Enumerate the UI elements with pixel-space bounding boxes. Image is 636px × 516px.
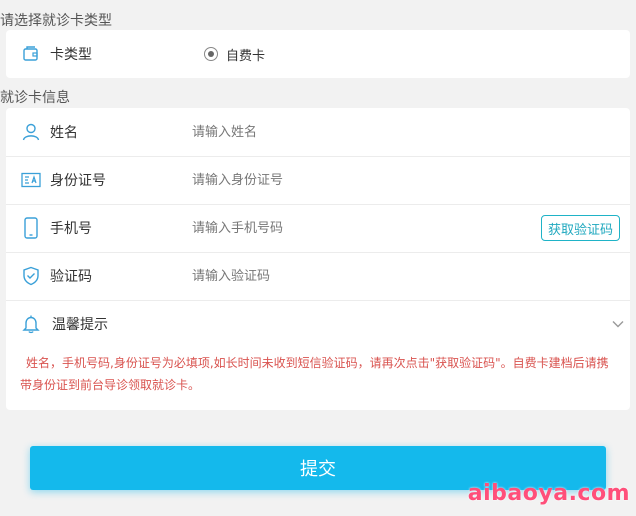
name-row: 姓名 [6,108,630,157]
get-verify-code-button[interactable]: 获取验证码 [540,215,620,241]
self-pay-radio[interactable] [204,47,218,61]
phone-icon [20,217,42,239]
info-section-title: 就诊卡信息 [0,90,70,106]
self-pay-radio-label: 自费卡 [226,48,266,64]
id-number-label: 身份证号 [50,173,106,189]
watermark-text: aibaoya.com [467,481,630,506]
person-icon [20,121,42,143]
phone-row: 手机号 获取验证码 [6,204,630,253]
card-icon [20,43,42,65]
chevron-down-icon[interactable] [610,316,626,332]
card-type-section-title: 请选择就诊卡类型 [0,13,112,29]
tips-label: 温馨提示 [52,317,108,333]
card-type-row: 卡类型 自费卡 [6,30,630,78]
id-number-input[interactable] [192,168,512,192]
bell-icon [20,313,42,335]
card-type-card: 卡类型 自费卡 [6,30,630,78]
self-pay-radio-option[interactable]: 自费卡 [204,45,265,64]
verify-code-input[interactable] [192,264,512,288]
card-type-label: 卡类型 [50,47,92,63]
verify-code-row: 验证码 [6,252,630,301]
name-label: 姓名 [50,125,78,141]
shield-check-icon [20,265,42,287]
tips-notice-text: 姓名，手机号码,身份证号为必填项,如长时间未收到短信验证码，请再次点击"获取验证… [20,356,609,392]
tips-row[interactable]: 温馨提示 [6,300,630,348]
name-input[interactable] [192,120,512,144]
info-card: 姓名 身份证号 手机号 获取验证码 [6,108,630,410]
id-number-row: 身份证号 [6,156,630,205]
phone-input[interactable] [192,216,512,240]
id-card-icon [20,169,42,191]
phone-label: 手机号 [50,221,92,237]
verify-code-label: 验证码 [50,269,92,285]
